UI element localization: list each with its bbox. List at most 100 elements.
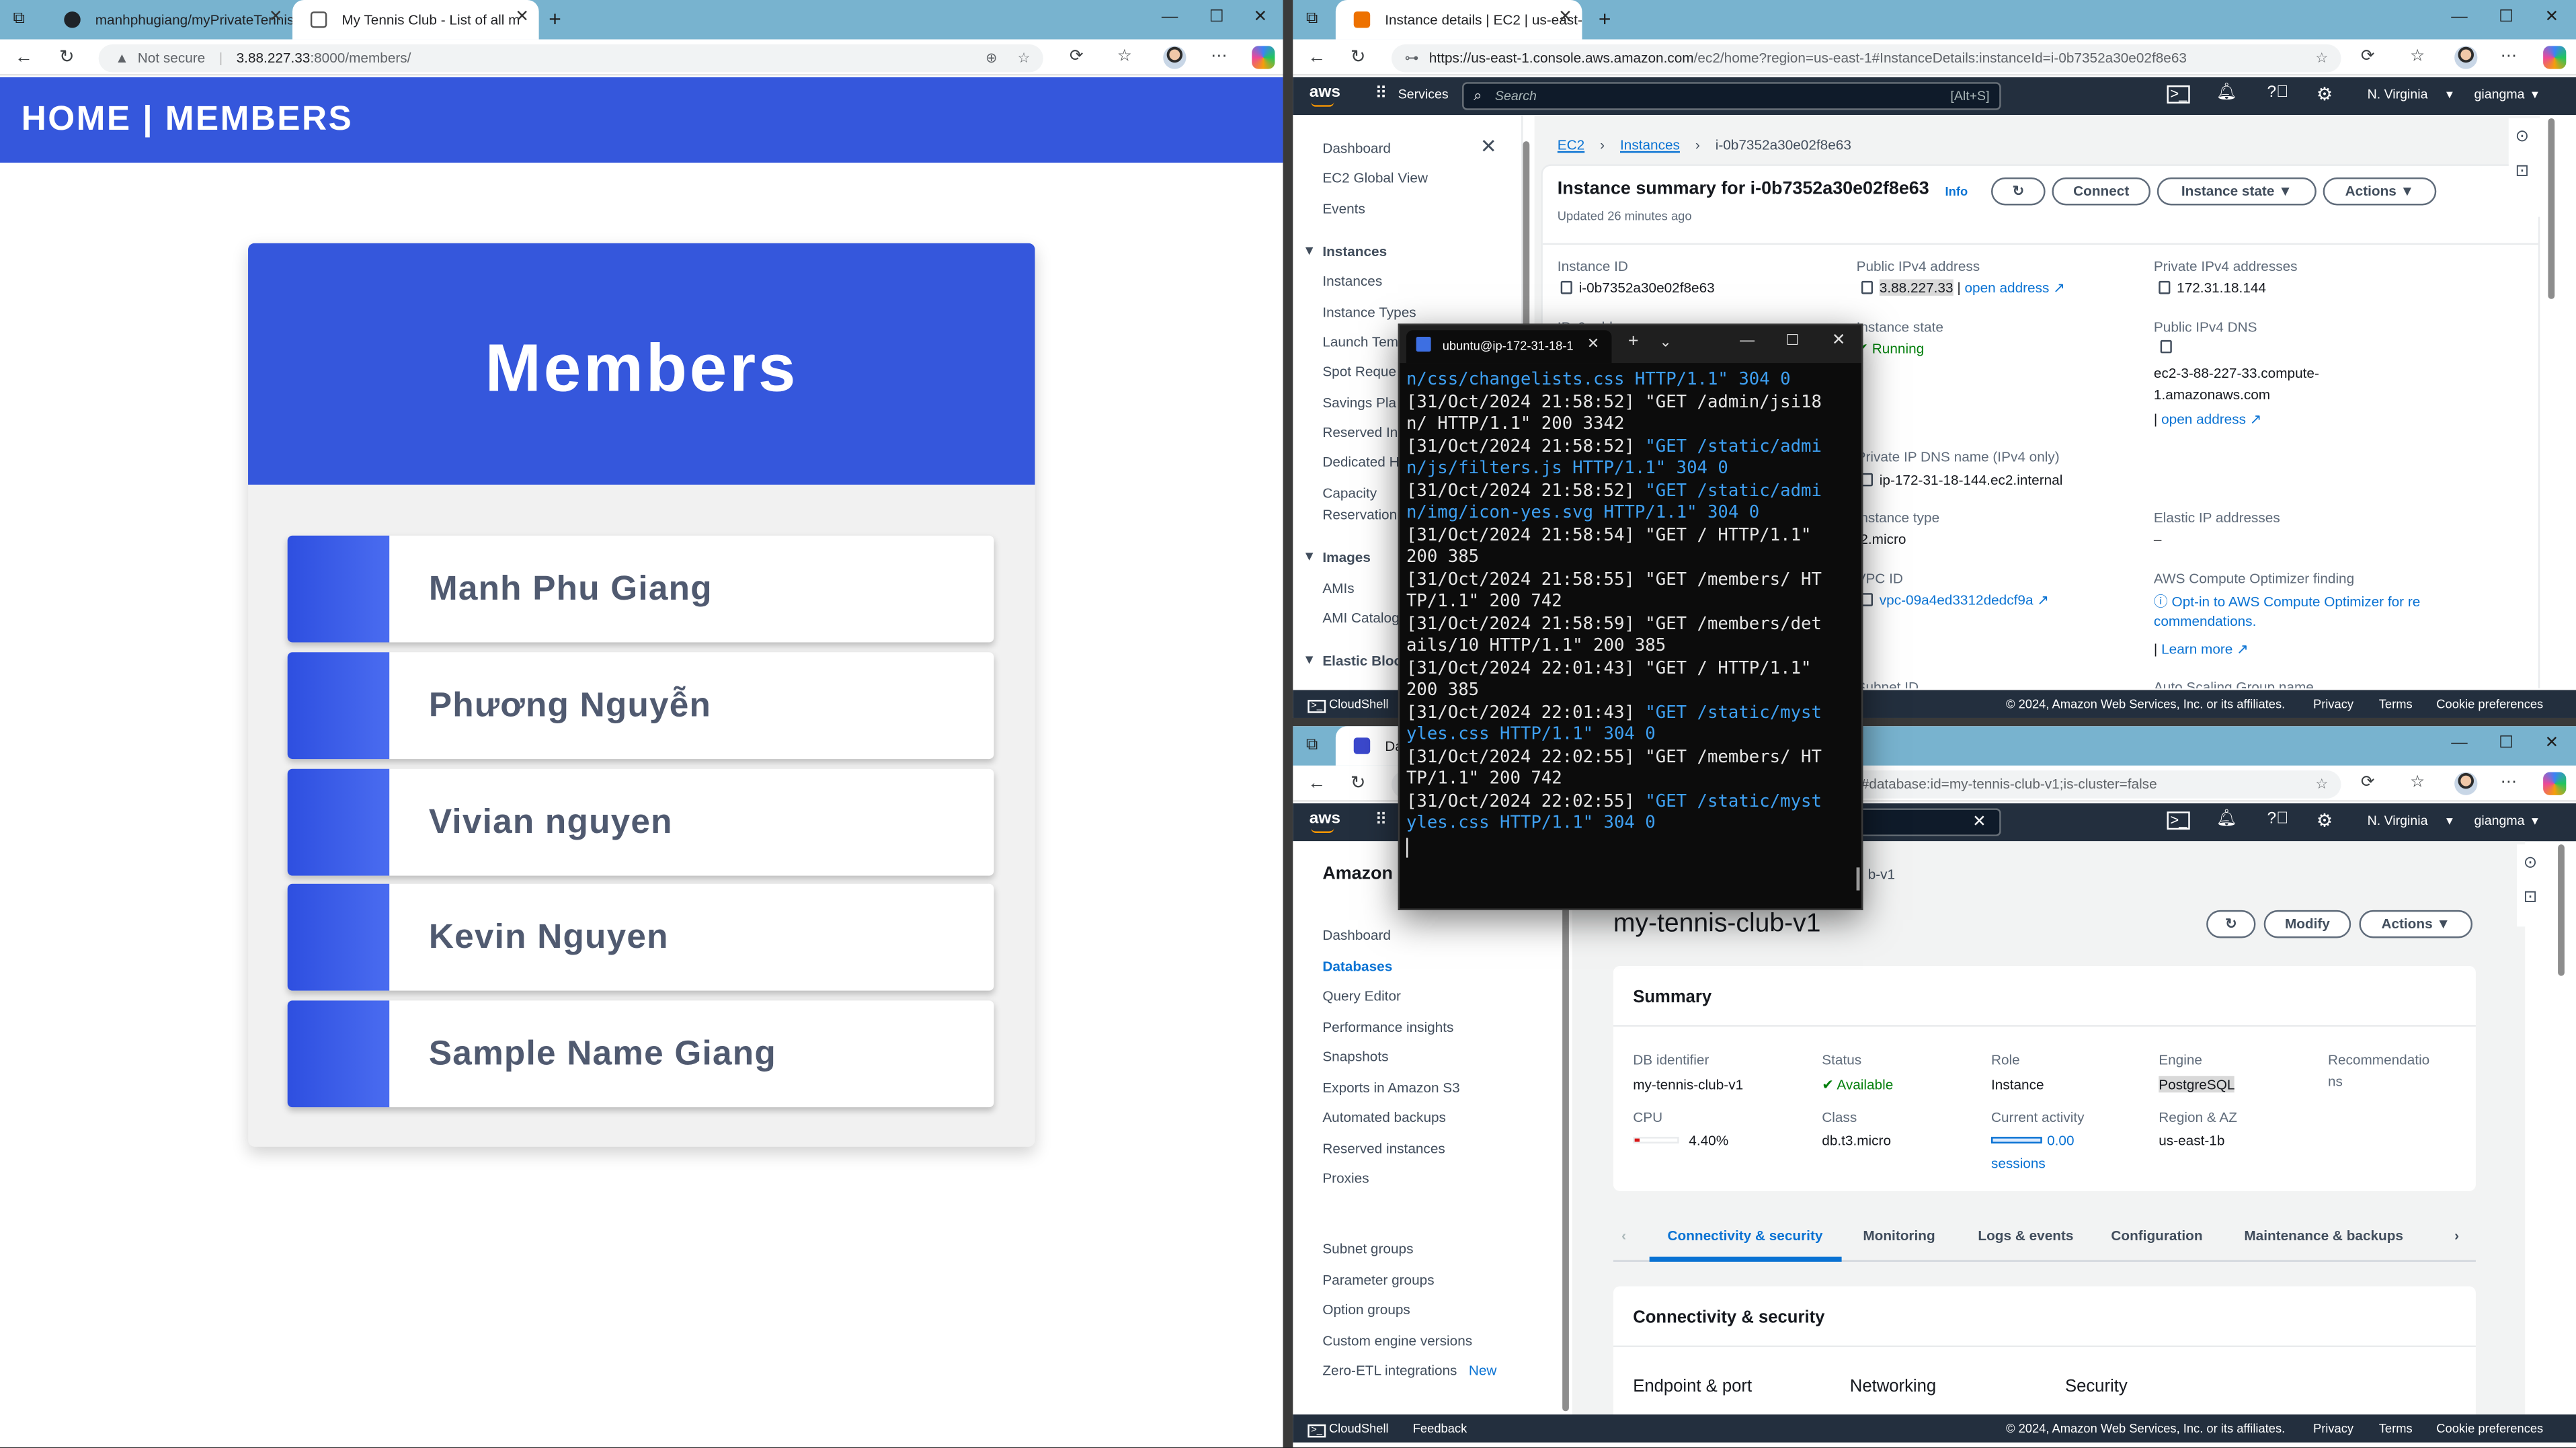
copilot-icon[interactable] [2543, 772, 2567, 795]
learn-more-link[interactable]: Learn more [2161, 641, 2232, 657]
sidebar-item-databases[interactable]: Databases [1322, 958, 1392, 974]
reload-icon[interactable]: ↻ [1351, 772, 1366, 795]
copilot-icon[interactable] [1252, 46, 1275, 69]
sidebar-item-option-groups[interactable]: Option groups [1322, 1301, 1410, 1318]
sidebar-item-query-editor[interactable]: Query Editor [1322, 988, 1401, 1004]
activity-link[interactable]: 0.00 [2047, 1132, 2074, 1148]
sidebar-item-reservations[interactable]: Reservation [1322, 506, 1397, 522]
tab-maintenance-backups[interactable]: Maintenance & backups [2244, 1228, 2403, 1244]
notifications-bell-icon[interactable]: 🔔︎ [2216, 84, 2237, 102]
member-item[interactable]: Sample Name Giang [287, 1000, 994, 1108]
sidebar-item-events[interactable]: Events [1322, 200, 1365, 216]
caret-down-icon[interactable]: ▼ [1303, 243, 1316, 258]
terminal-scrollbar[interactable] [1856, 867, 1860, 891]
tab-logs-events[interactable]: Logs & events [1978, 1228, 2073, 1244]
favorite-star-icon[interactable]: ☆ [2315, 770, 2328, 799]
rail-feedback-icon[interactable]: ⊡ [2524, 889, 2538, 907]
sidebar-section-instances[interactable]: Instances [1322, 243, 1387, 259]
sidebar-section-ebs[interactable]: Elastic Block [1322, 652, 1409, 668]
help-icon[interactable]: ?⃝ [2267, 810, 2289, 828]
minimize-icon[interactable]: — [2451, 734, 2467, 752]
sidebar-item-exports-s3[interactable]: Exports in Amazon S3 [1322, 1080, 1459, 1096]
profile-avatar[interactable] [1163, 46, 1186, 69]
site-nav-title[interactable]: HOME | MEMBERS [22, 77, 353, 163]
profile-avatar[interactable] [2454, 772, 2478, 795]
close-tab-icon[interactable]: ✕ [1587, 335, 1599, 354]
modify-button[interactable]: Modify [2263, 910, 2351, 938]
caret-down-icon[interactable]: ▼ [1303, 549, 1316, 563]
tab-ec2[interactable]: Instance details | EC2 | us-east-1 ✕ [1335, 0, 1582, 40]
sidebar-item-savings-plans[interactable]: Savings Pla [1322, 395, 1396, 411]
actions-button[interactable]: Actions ▼ [2323, 177, 2437, 206]
info-link[interactable]: Info [1945, 184, 1968, 199]
extensions-icon[interactable]: ⟳ [1070, 46, 1084, 69]
minimize-icon[interactable]: — [2451, 8, 2467, 26]
sidebar-item-launch-templates[interactable]: Launch Tem [1322, 333, 1398, 350]
services-grid-icon[interactable]: ⠿ [1375, 811, 1387, 830]
tab-monitoring[interactable]: Monitoring [1863, 1228, 1935, 1244]
region-selector[interactable]: N. Virginia [2368, 87, 2428, 102]
favorite-star-icon[interactable]: ☆ [1018, 44, 1031, 73]
more-menu-icon[interactable]: ⋯ [1211, 46, 1227, 69]
extensions-icon[interactable]: ⟳ [2361, 46, 2375, 69]
sidebar-item-instance-types[interactable]: Instance Types [1322, 304, 1416, 320]
back-icon[interactable]: ← [1307, 772, 1326, 795]
optimizer-link[interactable]: Opt-in to AWS Compute Optimizer for re [2172, 593, 2421, 609]
dropdown-icon[interactable]: ⌄ [1659, 333, 1671, 352]
copy-icon[interactable] [1861, 593, 1874, 606]
new-tab-icon[interactable]: + [1599, 7, 1611, 32]
favorite-star-icon[interactable]: ☆ [2315, 44, 2328, 73]
more-menu-icon[interactable]: ⋯ [2501, 46, 2517, 69]
maximize-icon[interactable]: ☐ [1785, 332, 1799, 350]
privacy-link[interactable]: Privacy [2313, 1414, 2353, 1443]
settings-gear-icon[interactable]: ⚙ [2317, 810, 2333, 831]
close-window-icon[interactable]: ✕ [2545, 734, 2559, 752]
back-icon[interactable]: ← [1307, 46, 1326, 69]
maximize-icon[interactable]: ☐ [2499, 734, 2513, 752]
tabs-scroll-left-icon[interactable]: ‹ [1621, 1228, 1626, 1244]
settings-gear-icon[interactable]: ⚙ [2317, 84, 2333, 105]
main-scrollbar[interactable] [2558, 844, 2565, 976]
terms-link[interactable]: Terms [2379, 1414, 2413, 1443]
cookie-preferences-link[interactable]: Cookie preferences [2436, 690, 2543, 718]
terms-link[interactable]: Terms [2379, 690, 2413, 718]
cloudshell-icon[interactable]: >_ [2167, 811, 2191, 830]
sidebar-item-subnet-groups[interactable]: Subnet groups [1322, 1240, 1413, 1256]
account-menu[interactable]: giangma [2474, 87, 2524, 102]
aws-logo[interactable]: aws [1310, 810, 1340, 828]
copy-icon[interactable] [1861, 280, 1874, 294]
url-field[interactable]: ⊶ https://us-east-1.console.aws.amazon.c… [1391, 44, 2341, 73]
sidebar-item-spot-requests[interactable]: Spot Reque [1322, 363, 1396, 379]
sidebar-item-reserved-instances[interactable]: Reserved In [1322, 424, 1398, 440]
sidebar-item-custom-engine-versions[interactable]: Custom engine versions [1322, 1332, 1472, 1349]
open-address-link[interactable]: open address [1964, 279, 2049, 295]
zoom-icon[interactable]: ⊕ [985, 44, 997, 73]
refresh-button[interactable]: ↻ [1990, 177, 2046, 206]
terminal-tab[interactable]: ubuntu@ip-172-31-18-1 ✕ [1406, 330, 1612, 364]
tab-github[interactable]: manhphugiang/myPrivateTennis ✕ [46, 0, 292, 40]
reload-icon[interactable]: ↻ [59, 46, 75, 69]
copy-icon[interactable] [1861, 473, 1874, 487]
cloudshell-link[interactable]: >_ CloudShell [1307, 1414, 1389, 1445]
favorites-icon[interactable]: ☆ [2410, 772, 2425, 795]
minimize-icon[interactable]: — [1740, 332, 1755, 348]
url-field[interactable]: ▲ Not secure | 3.88.227.33:8000/members/… [98, 44, 1043, 73]
services-grid-icon[interactable]: ⠿ [1375, 85, 1387, 104]
main-scrollbar[interactable] [2548, 118, 2555, 299]
sidebar-item-capacity[interactable]: Capacity [1322, 485, 1377, 501]
actions-button[interactable]: Actions ▼ [2359, 910, 2473, 938]
services-button[interactable]: Services [1398, 87, 1449, 102]
tabs-scroll-right-icon[interactable]: › [2454, 1228, 2459, 1244]
tab-connectivity[interactable]: Connectivity & security [1668, 1228, 1823, 1244]
back-icon[interactable]: ← [15, 46, 33, 69]
maximize-icon[interactable]: ☐ [1209, 8, 1224, 26]
more-menu-icon[interactable]: ⋯ [2501, 772, 2517, 795]
copy-icon[interactable] [2160, 339, 2172, 354]
member-item[interactable]: Phương Nguyễn [287, 652, 994, 760]
cloudshell-link[interactable]: >_ CloudShell [1307, 690, 1389, 718]
instance-state-button[interactable]: Instance state ▼ [2157, 177, 2317, 206]
sidebar-item-performance-insights[interactable]: Performance insights [1322, 1018, 1453, 1035]
sidebar-section-images[interactable]: Images [1322, 549, 1371, 565]
open-address-link[interactable]: open address [2161, 411, 2246, 427]
aws-search-input[interactable]: ⌕ Search [Alt+S] [1462, 82, 2001, 110]
